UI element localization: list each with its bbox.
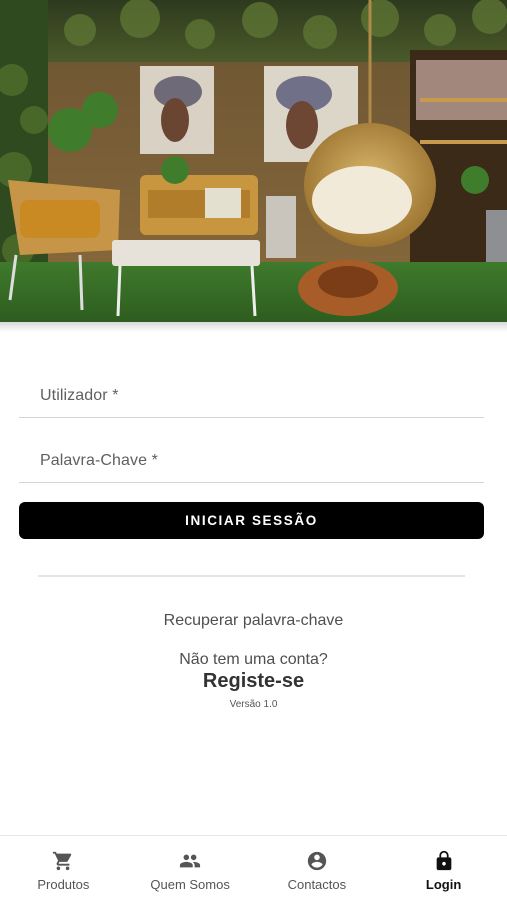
password-field[interactable]: Palavra-Chave * xyxy=(19,419,484,483)
nav-label-produtos: Produtos xyxy=(37,877,90,892)
recover-password-link[interactable]: Recuperar palavra-chave xyxy=(0,612,507,630)
nav-label-quem-somos: Quem Somos xyxy=(150,877,230,892)
nav-item-produtos[interactable]: Produtos xyxy=(0,836,127,900)
showroom-photo xyxy=(0,0,507,322)
version-text: Versão 1.0 xyxy=(229,699,278,710)
nav-label-login: Login xyxy=(425,877,462,892)
nav-label-contactos: Contactos xyxy=(287,877,347,892)
nav-item-contactos[interactable]: Contactos xyxy=(254,836,381,900)
account-circle-icon xyxy=(307,851,327,871)
no-account-text: Não tem uma conta? xyxy=(179,651,328,668)
username-label: Utilizador * xyxy=(40,387,119,404)
people-icon xyxy=(180,854,201,868)
hero-image xyxy=(0,0,507,322)
app-root: Utilizador * Palavra-Chave * INICIAR SES… xyxy=(0,0,507,900)
nav-item-login[interactable]: Login xyxy=(380,836,507,900)
register-link[interactable]: Registe-se xyxy=(0,670,507,693)
lock-icon xyxy=(436,850,451,871)
password-label: Palavra-Chave * xyxy=(40,452,158,469)
login-button[interactable]: INICIAR SESSÃO xyxy=(19,502,484,539)
nav-item-quem-somos[interactable]: Quem Somos xyxy=(127,836,254,900)
cart-icon xyxy=(53,851,72,871)
hero-divider-shadow xyxy=(0,322,507,332)
divider xyxy=(38,575,465,577)
username-field[interactable]: Utilizador * xyxy=(19,354,484,418)
bottom-navigation: Produtos Quem Somos Contactos Login xyxy=(0,835,507,900)
